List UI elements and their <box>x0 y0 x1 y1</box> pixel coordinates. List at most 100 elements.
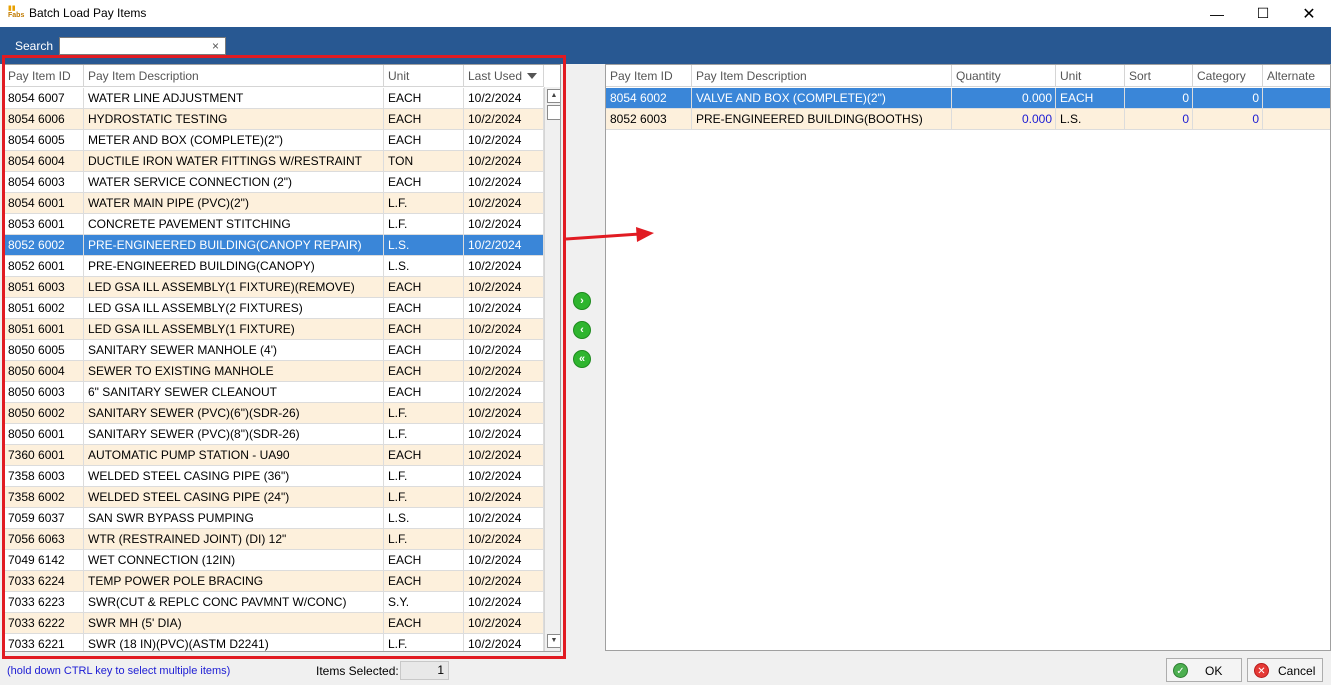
table-row[interactable]: 8052 6001 PRE-ENGINEERED BUILDING(CANOPY)… <box>4 256 544 277</box>
x-circle-icon: ✕ <box>1254 663 1269 678</box>
add-item-button[interactable]: › <box>573 292 591 310</box>
table-row[interactable]: 7059 6037 SAN SWR BYPASS PUMPING L.S. 10/2/… <box>4 508 544 529</box>
available-pay-items-grid[interactable]: Pay Item ID Pay Item Description Unit La… <box>3 64 561 652</box>
vertical-scrollbar[interactable]: ▲ ▼ <box>544 87 560 651</box>
table-row[interactable]: 7049 6142 WET CONNECTION (12IN) EACH 10/2/2… <box>4 550 544 571</box>
table-row[interactable]: 8054 6001 WATER MAIN PIPE (PVC)(2") L.F. 10… <box>4 193 544 214</box>
cell-unit: EACH <box>384 130 464 150</box>
cell-alternate <box>1263 88 1330 108</box>
column-header-unit[interactable]: Unit <box>384 65 464 87</box>
table-row[interactable]: 8050 6004 SEWER TO EXISTING MANHOLE EACH 10… <box>4 361 544 382</box>
grid-header: Pay Item ID Pay Item Description Quantit… <box>606 65 1330 87</box>
table-row[interactable]: 8051 6001 LED GSA ILL ASSEMBLY(1 FIXTURE)… <box>4 319 544 340</box>
table-row[interactable]: 7358 6002 WELDED STEEL CASING PIPE (24") L… <box>4 487 544 508</box>
cell-unit: L.F. <box>384 424 464 444</box>
table-row[interactable]: 7033 6224 TEMP POWER POLE BRACING EACH 10/2… <box>4 571 544 592</box>
scroll-down-icon[interactable]: ▼ <box>547 634 560 648</box>
cell-last-used: 10/2/2024 <box>464 466 544 486</box>
close-icon[interactable]: ✕ <box>1286 0 1331 27</box>
red-arrow-annotation <box>566 227 654 242</box>
column-header-sort[interactable]: Sort <box>1125 65 1193 87</box>
table-row[interactable]: 8050 6002 SANITARY SEWER (PVC)(6")(SDR-26… <box>4 403 544 424</box>
cell-unit: L.F. <box>384 466 464 486</box>
cell-unit: L.F. <box>384 193 464 213</box>
table-row[interactable]: 7360 6001 AUTOMATIC PUMP STATION - UA90 EA… <box>4 445 544 466</box>
cell-last-used: 10/2/2024 <box>464 151 544 171</box>
cell-unit: L.S. <box>384 235 464 255</box>
cell-last-used: 10/2/2024 <box>464 235 544 255</box>
table-row[interactable]: 8050 6005 SANITARY SEWER MANHOLE (4') EACH… <box>4 340 544 361</box>
table-row[interactable]: 7033 6222 SWR MH (5' DIA) EACH 10/2/2024 <box>4 613 544 634</box>
cell-pay-item-id: 7358 6003 <box>4 466 84 486</box>
column-header-pay-item-description[interactable]: Pay Item Description <box>692 65 952 87</box>
maximize-icon[interactable]: ☐ <box>1240 0 1286 27</box>
cell-pay-item-id: 8050 6004 <box>4 361 84 381</box>
cell-pay-item-description: PRE-ENGINEERED BUILDING(CANOPY) <box>84 256 384 276</box>
table-row[interactable]: 8052 6002 PRE-ENGINEERED BUILDING(CANOPY … <box>4 235 544 256</box>
table-row[interactable]: 8054 6003 WATER SERVICE CONNECTION (2") EA… <box>4 172 544 193</box>
table-row[interactable]: 8050 6003 6" SANITARY SEWER CLEANOUT EACH 1… <box>4 382 544 403</box>
cell-unit: EACH <box>384 172 464 192</box>
cancel-button-label: Cancel <box>1278 664 1316 678</box>
table-row[interactable]: 7056 6063 WTR (RESTRAINED JOINT) (DI) 12"… <box>4 529 544 550</box>
table-row[interactable]: 8053 6001 CONCRETE PAVEMENT STITCHING L.F.… <box>4 214 544 235</box>
cell-unit: TON <box>384 151 464 171</box>
table-row[interactable]: 8054 6005 METER AND BOX (COMPLETE)(2") EAC… <box>4 130 544 151</box>
table-row[interactable]: 8051 6002 LED GSA ILL ASSEMBLY(2 FIXTURES… <box>4 298 544 319</box>
cell-unit: EACH <box>384 298 464 318</box>
cell-pay-item-id: 8052 6003 <box>606 109 692 129</box>
cell-pay-item-description: WELDED STEEL CASING PIPE (36") <box>84 466 384 486</box>
scrollbar-thumb[interactable] <box>547 105 560 120</box>
table-row[interactable]: 8054 6007 WATER LINE ADJUSTMENT EACH 10/2/2… <box>4 88 544 109</box>
table-row[interactable]: 8050 6001 SANITARY SEWER (PVC)(8")(SDR-26… <box>4 424 544 445</box>
column-header-pay-item-description[interactable]: Pay Item Description <box>84 65 384 87</box>
column-header-category[interactable]: Category <box>1193 65 1263 87</box>
column-header-quantity[interactable]: Quantity <box>952 65 1056 87</box>
table-row[interactable]: 7033 6223 SWR(CUT & REPLC CONC PAVMNT W/C… <box>4 592 544 613</box>
table-row[interactable]: 7033 6221 SWR (18 IN)(PVC)(ASTM D2241) L.F… <box>4 634 544 651</box>
cell-pay-item-id: 8054 6002 <box>606 88 692 108</box>
search-input[interactable] <box>59 37 226 55</box>
cell-unit: EACH <box>384 613 464 633</box>
column-header-pay-item-id[interactable]: Pay Item ID <box>606 65 692 87</box>
items-selected-count: 1 <box>400 661 449 680</box>
cell-last-used: 10/2/2024 <box>464 382 544 402</box>
column-header-unit[interactable]: Unit <box>1056 65 1125 87</box>
table-row[interactable]: 8054 6004 DUCTILE IRON WATER FITTINGS W/R… <box>4 151 544 172</box>
cell-pay-item-description: LED GSA ILL ASSEMBLY(1 FIXTURE) <box>84 319 384 339</box>
cell-unit: L.F. <box>384 487 464 507</box>
table-row[interactable]: 8054 6002 VALVE AND BOX (COMPLETE)(2") 0.0… <box>606 88 1330 109</box>
cell-last-used: 10/2/2024 <box>464 403 544 423</box>
table-row[interactable]: 8051 6003 LED GSA ILL ASSEMBLY(1 FIXTURE)… <box>4 277 544 298</box>
cell-pay-item-id: 8054 6001 <box>4 193 84 213</box>
column-header-alternate[interactable]: Alternate <box>1263 65 1330 87</box>
scroll-up-icon[interactable]: ▲ <box>547 89 560 103</box>
remove-item-button[interactable]: ‹ <box>573 321 591 339</box>
check-circle-icon: ✓ <box>1173 663 1188 678</box>
cell-pay-item-description: SWR (18 IN)(PVC)(ASTM D2241) <box>84 634 384 651</box>
cell-pay-item-description: LED GSA ILL ASSEMBLY(1 FIXTURE)(REMOVE) <box>84 277 384 297</box>
cell-pay-item-id: 8052 6001 <box>4 256 84 276</box>
cell-unit: EACH <box>384 319 464 339</box>
cell-unit: EACH <box>384 550 464 570</box>
table-row[interactable]: 8052 6003 PRE-ENGINEERED BUILDING(BOOTHS)… <box>606 109 1330 130</box>
cell-last-used: 10/2/2024 <box>464 340 544 360</box>
minimize-icon[interactable]: — <box>1194 0 1240 27</box>
cell-unit: EACH <box>384 340 464 360</box>
cell-unit: L.S. <box>384 508 464 528</box>
search-bar: Search × <box>0 27 1331 64</box>
cell-pay-item-id: 7059 6037 <box>4 508 84 528</box>
table-row[interactable]: 8054 6006 HYDROSTATIC TESTING EACH 10/2/202… <box>4 109 544 130</box>
column-header-last-used[interactable]: Last Used <box>464 65 544 87</box>
cell-alternate <box>1263 109 1330 129</box>
cancel-button[interactable]: ✕ Cancel <box>1247 658 1323 682</box>
cell-pay-item-description: METER AND BOX (COMPLETE)(2") <box>84 130 384 150</box>
cell-last-used: 10/2/2024 <box>464 424 544 444</box>
table-row[interactable]: 7358 6003 WELDED STEEL CASING PIPE (36") L… <box>4 466 544 487</box>
cell-pay-item-description: HYDROSTATIC TESTING <box>84 109 384 129</box>
selected-pay-items-grid[interactable]: Pay Item ID Pay Item Description Quantit… <box>605 64 1331 651</box>
column-header-pay-item-id[interactable]: Pay Item ID <box>4 65 84 87</box>
remove-all-items-button[interactable]: « <box>573 350 591 368</box>
ok-button[interactable]: ✓ OK <box>1166 658 1242 682</box>
clear-search-icon[interactable]: × <box>212 39 219 53</box>
